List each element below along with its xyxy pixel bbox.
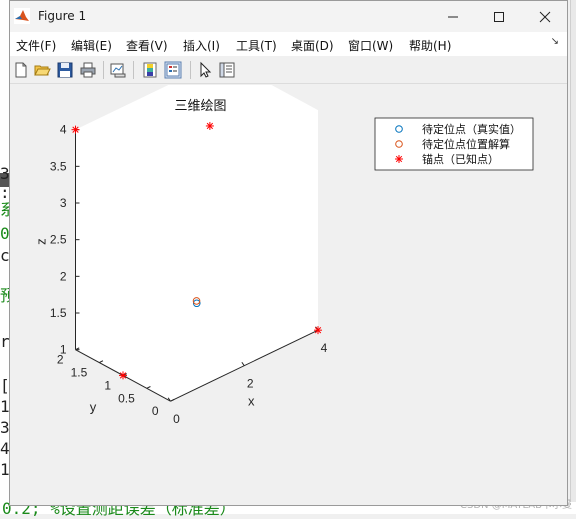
menu-window[interactable]: 窗口(W) [348, 37, 393, 54]
z-tick-label: 3.5 [50, 159, 67, 173]
menu-edit[interactable]: 编辑(E) [71, 37, 112, 54]
axes-background [75, 58, 318, 402]
link-plot-icon[interactable] [109, 61, 127, 79]
matlab-logo-icon [14, 8, 30, 24]
x-axis-label: x [248, 394, 255, 409]
close-button[interactable] [522, 1, 568, 32]
maximize-button[interactable] [476, 1, 522, 32]
menu-view[interactable]: 查看(V) [126, 37, 168, 54]
plot-area[interactable]: 0 2 4 0 0.5 1 1.5 2 1 1.5 2 2.5 3 3.5 4 x y z 三维绘图 待定位点（真实值… [10, 58, 567, 505]
print-icon[interactable] [79, 61, 97, 79]
legend-label: 待定位点位置解算 [422, 137, 510, 151]
y-axis-label: y [90, 399, 97, 414]
title-bar[interactable]: Figure 1 [10, 1, 567, 32]
menu-desktop[interactable]: 桌面(D) [291, 37, 334, 54]
z-tick-label: 4 [60, 123, 67, 137]
z-axis-label: z [34, 238, 49, 245]
z-tick-label: 1 [60, 343, 67, 357]
y-tick-label: 1.5 [71, 366, 88, 380]
y-tick-label: 0.5 [118, 391, 135, 405]
toolbar-separator [103, 61, 104, 79]
minimize-button[interactable] [430, 1, 476, 32]
z-tick-label: 2 [60, 269, 67, 283]
z-tick-label: 3 [60, 196, 67, 210]
data-point-asterisk [119, 371, 127, 380]
menu-tools[interactable]: 工具(T) [236, 37, 277, 54]
property-inspector-icon[interactable] [218, 61, 236, 79]
x-tick-label: 4 [321, 341, 328, 355]
chart-3d-axes[interactable]: 02400.511.5211.522.533.54xyz三维绘图待定位点（真实值… [10, 58, 567, 505]
y-tick-label: 1 [104, 378, 111, 392]
insert-colorbar-icon[interactable] [141, 61, 159, 79]
maximize-icon [494, 11, 504, 22]
x-tick-label: 0 [173, 412, 180, 426]
insert-legend-icon[interactable] [164, 61, 182, 79]
figure-window: Figure 1 文件(F) 编辑(E) 查看(V) 插入(I) 工具(T) 桌… [9, 0, 568, 506]
open-file-icon[interactable] [33, 61, 51, 79]
z-tick-label: 1.5 [50, 306, 67, 320]
z-tick-label: 2.5 [50, 233, 67, 247]
x-tick-label: 2 [247, 377, 254, 391]
minimize-icon [448, 16, 458, 17]
new-figure-icon[interactable] [12, 61, 30, 79]
menu-insert[interactable]: 插入(I) [183, 37, 220, 54]
legend-label: 待定位点（真实值） [422, 122, 521, 136]
menu-bar: 文件(F) 编辑(E) 查看(V) 插入(I) 工具(T) 桌面(D) 窗口(W… [10, 32, 567, 56]
toolbar-separator [133, 61, 134, 79]
y-tick-label: 0 [152, 404, 159, 418]
menu-file[interactable]: 文件(F) [16, 37, 56, 54]
toolbar [10, 56, 567, 84]
legend-label: 锚点（已知点） [422, 152, 499, 166]
menu-help[interactable]: 帮助(H) [409, 37, 451, 54]
data-point-asterisk [314, 326, 322, 335]
save-icon[interactable] [56, 61, 74, 79]
menu-overflow-icon[interactable]: ↘ [551, 36, 559, 47]
close-icon [539, 11, 551, 22]
editor-right-edge [570, 0, 576, 514]
chart-title: 三维绘图 [174, 98, 226, 113]
pointer-icon[interactable] [196, 61, 214, 79]
window-title: Figure 1 [38, 9, 87, 23]
toolbar-separator [190, 61, 191, 79]
